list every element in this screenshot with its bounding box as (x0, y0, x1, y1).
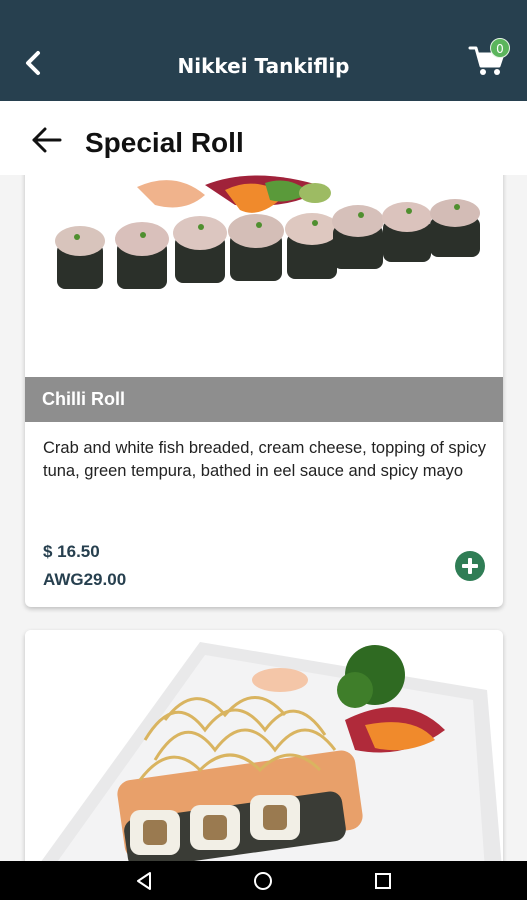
dish-image (25, 175, 503, 377)
menu-list[interactable]: Chilli Roll Crab and white fish breaded,… (0, 175, 527, 861)
item-name: Chilli Roll (42, 389, 125, 409)
plus-circle-icon[interactable] (455, 551, 485, 581)
app-title: Nikkei Tankiflip (177, 54, 350, 78)
page-title: Special Roll (85, 127, 244, 158)
menu-item-card[interactable]: Chilli Roll Crab and white fish breaded,… (25, 175, 503, 607)
arrow-left-icon[interactable] (30, 125, 64, 155)
app-bar: Nikkei Tankiflip 0 (0, 0, 527, 101)
dish-image (25, 630, 503, 861)
item-price-awg: AWG29.00 (43, 570, 127, 589)
page-header: Special Roll (0, 101, 527, 175)
system-nav-bar (0, 861, 527, 900)
menu-item-card[interactable] (25, 630, 503, 861)
triangle-back-icon[interactable] (132, 869, 156, 893)
square-recent-icon[interactable] (371, 869, 395, 893)
item-description: Crab and white fish breaded, cream chees… (43, 439, 487, 480)
circle-home-icon[interactable] (251, 869, 275, 893)
cart-count-badge: 0 (490, 38, 510, 58)
item-price-usd: $ 16.50 (43, 542, 100, 561)
item-name-bar: Chilli Roll (25, 377, 503, 422)
